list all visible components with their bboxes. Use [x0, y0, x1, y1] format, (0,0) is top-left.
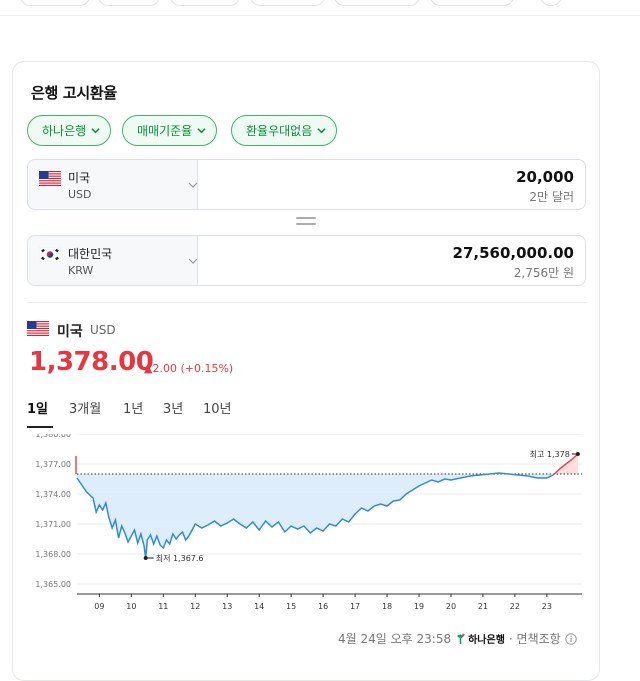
top-filter-strip	[0, 0, 640, 16]
from-currency-name: 미국	[68, 171, 91, 185]
x-tick-label: 18	[382, 602, 392, 611]
y-tick-label: 1,374.00	[35, 490, 71, 499]
x-tick-label: 19	[414, 602, 424, 611]
exchange-rate-card: 은행 고시환율 하나은행 매매기준율 환율우대없음 미국 USD 20,000 …	[12, 61, 600, 681]
x-tick-label: 11	[158, 602, 168, 611]
to-currency-select[interactable]: 대한민국 KRW	[28, 236, 198, 285]
preferential-rate-chip[interactable]: 환율우대없음	[231, 115, 338, 146]
bank-select-chip[interactable]: 하나은행	[27, 115, 112, 146]
filter-pill[interactable]	[430, 0, 514, 6]
to-amount-input[interactable]: 27,560,000.00	[453, 244, 574, 262]
to-currency-code: KRW	[68, 264, 94, 277]
chevron-down-icon	[317, 128, 326, 134]
current-currency-name: 미국	[57, 324, 83, 340]
x-tick-label: 12	[190, 602, 200, 611]
below-reference-area	[77, 473, 554, 558]
x-tick-label: 20	[446, 602, 456, 611]
x-tick-label: 23	[542, 602, 552, 611]
x-tick-label: 17	[350, 602, 360, 611]
x-tick-label: 13	[222, 602, 232, 611]
source-bank-name: 하나은행	[468, 635, 505, 646]
tab-3-years[interactable]: 3년	[163, 398, 183, 428]
max-label: 최고 1,378	[530, 449, 570, 459]
to-currency-name: 대한민국	[68, 247, 113, 261]
bottom-edge	[30, 652, 330, 662]
tab-3-months[interactable]: 3개월	[69, 398, 101, 428]
current-rate: 1,378.00	[29, 347, 154, 377]
update-timestamp: 4월 24일 오후 23:58	[338, 632, 452, 646]
x-tick-label: 15	[286, 602, 296, 611]
info-icon[interactable]	[565, 632, 577, 645]
y-tick-label: 1,365.00	[35, 580, 71, 589]
tab-1-year[interactable]: 1년	[123, 398, 143, 428]
current-currency-code: USD	[90, 323, 116, 337]
equals-icon	[296, 217, 316, 227]
from-amount-words: 2만 달러	[529, 190, 574, 204]
x-tick-label: 21	[478, 602, 488, 611]
from-amount-input[interactable]: 20,000	[516, 168, 574, 186]
chip-label: 하나은행	[42, 124, 87, 138]
from-currency-row: 미국 USD 20,000 2만 달러	[27, 159, 586, 210]
x-tick-label: 09	[94, 602, 104, 611]
x-tick-label: 14	[254, 602, 264, 611]
disclaimer-link[interactable]: · 면책조항	[509, 630, 561, 647]
filter-pill[interactable]	[20, 0, 90, 6]
hana-bank-logo: 하나은행	[455, 631, 505, 646]
rate-type-chip[interactable]: 매매기준율	[122, 115, 218, 146]
hana-logo-icon	[457, 633, 465, 644]
rate-change: ▲2.00 (+0.15%)	[144, 362, 234, 375]
kr-flag-icon	[39, 247, 61, 262]
x-tick-label: 22	[510, 602, 520, 611]
from-currency-code: USD	[68, 188, 92, 201]
y-tick-label: 1,368.00	[35, 550, 71, 559]
from-currency-select[interactable]: 미국 USD	[28, 160, 198, 209]
more-button[interactable]	[540, 0, 562, 6]
y-tick-label: 1,380.00	[35, 434, 71, 439]
tab-1-day[interactable]: 1일	[27, 398, 53, 428]
chevron-down-icon	[91, 128, 100, 134]
chart-footer: 4월 24일 오후 23:58 하나은행 · 면책조항	[338, 630, 577, 647]
y-tick-label: 1,371.00	[35, 520, 71, 529]
to-currency-row: 대한민국 KRW 27,560,000.00 2,756만 원	[27, 235, 586, 286]
min-label: 최저 1,367.6	[156, 553, 204, 563]
filter-pill[interactable]	[334, 0, 420, 6]
chevron-down-icon	[188, 182, 198, 188]
widget-title: 은행 고시환율	[31, 84, 117, 102]
x-tick-label: 16	[318, 602, 328, 611]
section-divider	[27, 302, 586, 303]
filter-pill[interactable]	[98, 0, 160, 6]
y-tick-label: 1,377.00	[35, 460, 71, 469]
us-flag-icon	[39, 171, 61, 186]
chip-label: 환율우대없음	[246, 124, 313, 138]
chevron-down-icon	[197, 128, 206, 134]
x-tick-label: 10	[126, 602, 136, 611]
chip-label: 매매기준율	[137, 124, 193, 138]
filter-pill[interactable]	[170, 0, 240, 6]
to-amount-words: 2,756만 원	[513, 266, 574, 280]
us-flag-icon	[27, 321, 49, 336]
tab-10-years[interactable]: 10년	[203, 398, 232, 428]
rate-line-chart: 1,365.00 1,368.00 1,371.00 1,374.00 1,377.00…	[35, 434, 582, 611]
chevron-down-icon	[188, 258, 198, 264]
filter-pill[interactable]	[250, 0, 325, 6]
